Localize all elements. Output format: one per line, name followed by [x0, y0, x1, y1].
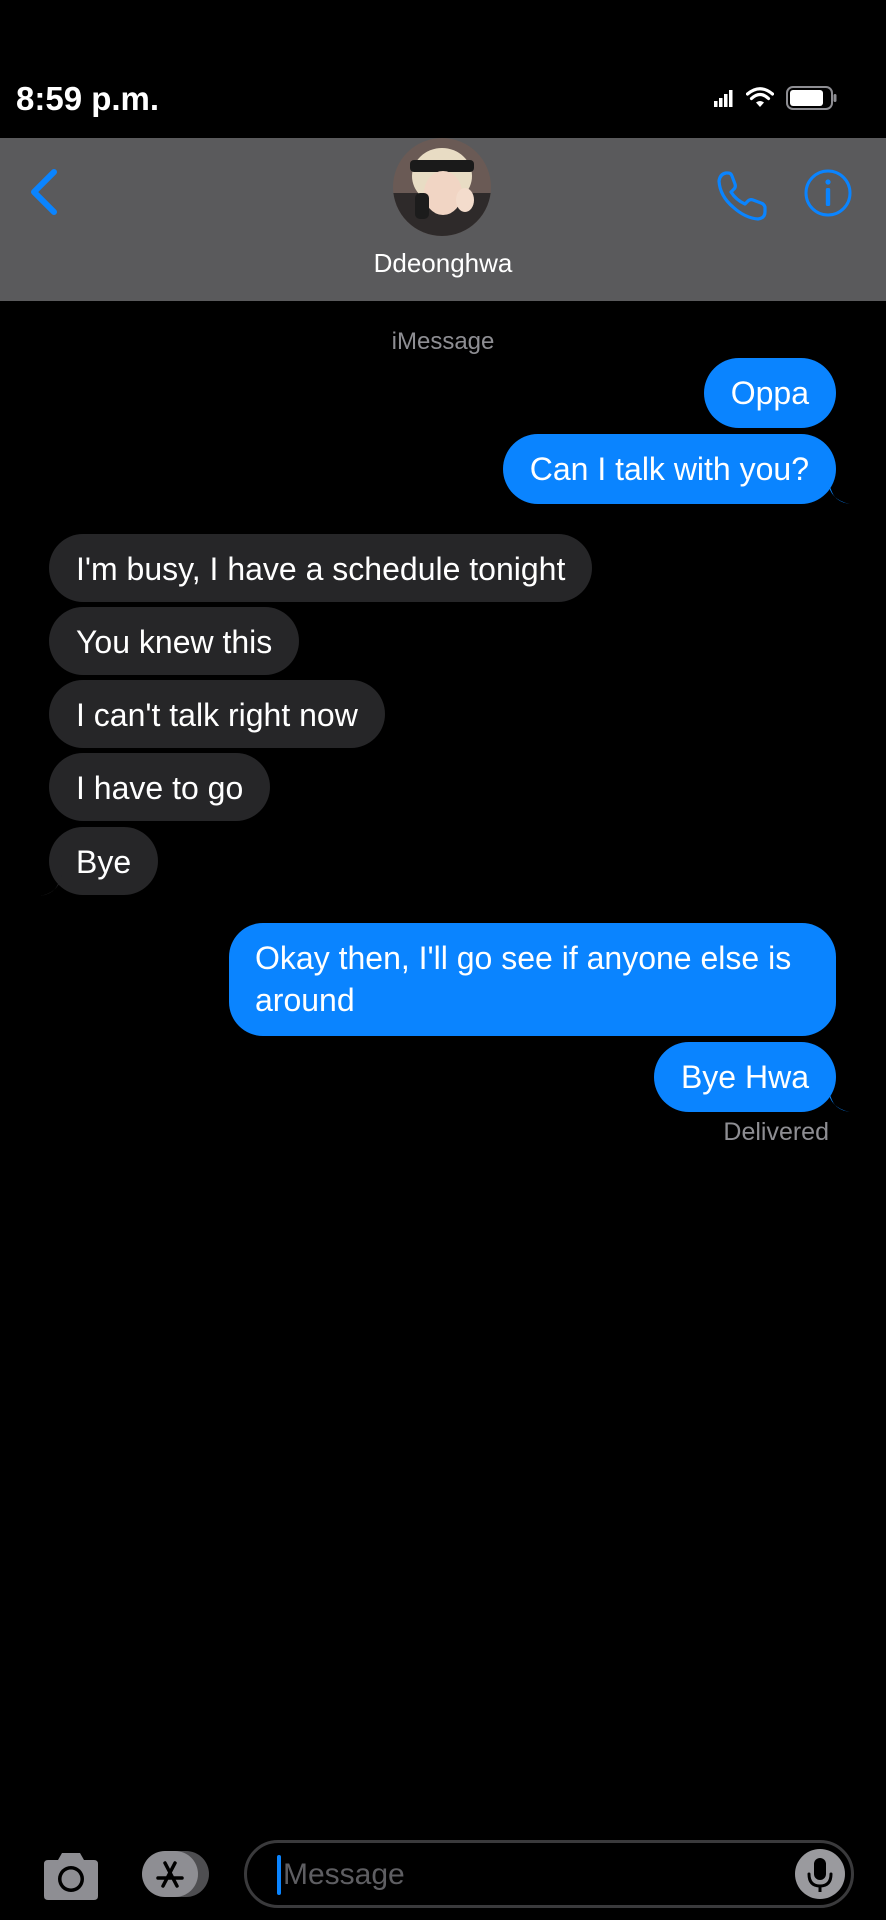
chevron-left-icon: [31, 169, 57, 215]
camera-icon: [44, 1853, 98, 1900]
avatar[interactable]: [393, 138, 491, 236]
call-button[interactable]: [714, 168, 770, 224]
info-icon: [804, 169, 852, 217]
bubble-tail: [40, 874, 62, 896]
conversation-header: Ddeonghwa: [0, 138, 886, 301]
avatar-image: [393, 138, 491, 236]
bubble-tail: [828, 1090, 850, 1112]
message-bubble-sent[interactable]: Bye Hwa: [653, 1042, 836, 1112]
message-bubble-received[interactable]: I can't talk right now: [49, 680, 385, 748]
contact-name[interactable]: Ddeonghwa: [0, 248, 886, 279]
service-label: iMessage: [391, 328, 495, 355]
microphone-icon: [807, 1858, 833, 1892]
status-icons: [714, 86, 838, 110]
message-bubble-received[interactable]: You knew this: [49, 607, 300, 675]
wifi-icon: [746, 87, 774, 107]
message-bubble-sent[interactable]: Can I talk with you?: [502, 434, 836, 504]
message-bubble-received[interactable]: Bye: [49, 827, 159, 895]
battery-icon: [786, 86, 837, 110]
message-placeholder: Message: [283, 1858, 405, 1891]
signal-icon: [714, 90, 733, 107]
info-button[interactable]: [803, 168, 853, 218]
message-bubble-sent[interactable]: Oppa: [703, 358, 836, 428]
camera-button[interactable]: [40, 1850, 102, 1902]
delivery-status: Delivered: [723, 1118, 829, 1146]
phone-icon: [717, 171, 767, 221]
back-button[interactable]: [26, 162, 66, 222]
message-bubble-sent[interactable]: Okay then, I'll go see if anyone else is…: [229, 923, 836, 1036]
message-input[interactable]: Message: [244, 1840, 854, 1908]
app-store-button[interactable]: [141, 1848, 211, 1900]
status-bar: 8:59 p.m.: [0, 0, 886, 138]
status-time: 8:59 p.m.: [16, 80, 160, 117]
microphone-button[interactable]: [795, 1849, 845, 1899]
message-bubble-received[interactable]: I'm busy, I have a schedule tonight: [49, 534, 593, 602]
message-bubble-received[interactable]: I have to go: [49, 753, 271, 821]
bubble-tail: [828, 482, 850, 504]
text-cursor: [277, 1855, 281, 1895]
app-store-icon: [142, 1851, 209, 1897]
